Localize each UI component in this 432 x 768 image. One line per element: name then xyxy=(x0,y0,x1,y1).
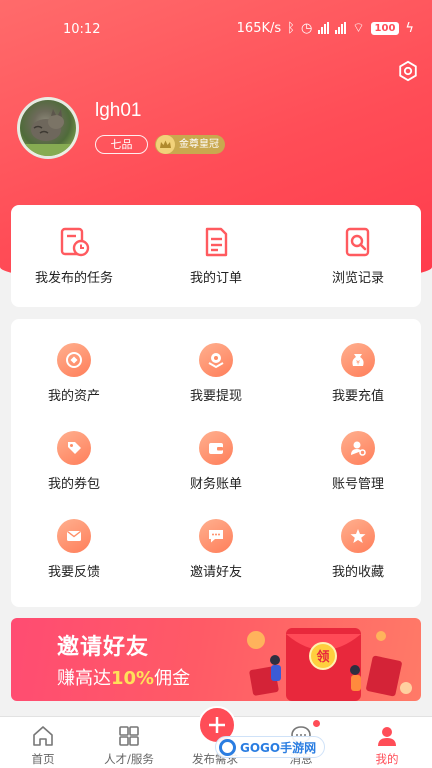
settings-gear-icon[interactable] xyxy=(397,60,419,82)
charging-icon: ϟ xyxy=(405,20,414,36)
service-label: 邀请好友 xyxy=(189,565,242,580)
quick-link-my-tasks[interactable]: 我发布的任务 xyxy=(14,225,134,286)
service-label: 财务账单 xyxy=(189,477,242,492)
service-feedback[interactable]: 我要反馈 xyxy=(14,519,134,580)
username: lgh01 xyxy=(95,100,142,121)
bluetooth-icon: ᛒ xyxy=(287,20,295,36)
user-icon xyxy=(378,727,396,746)
feedback-mail-icon xyxy=(57,519,91,553)
invite-banner[interactable]: 邀请好友 赚高达10%佣金 领 xyxy=(11,618,421,701)
services-card: 我的资产 我要提现 ¥ 我要充值 我的券包 财务账单 账号管理 我要反馈 邀请好… xyxy=(11,319,421,607)
service-bills[interactable]: 财务账单 xyxy=(156,431,276,492)
order-doc-icon xyxy=(205,227,228,257)
watermark-logo: GOGO手游网 xyxy=(215,736,326,758)
wifi-icon: ⌔ xyxy=(352,21,365,36)
quick-link-browse-history[interactable]: 浏览记录 xyxy=(298,225,418,286)
status-time: 10:12 xyxy=(63,22,101,37)
browse-history-icon xyxy=(345,227,370,257)
crown-icon xyxy=(156,135,175,154)
service-label: 账号管理 xyxy=(331,477,384,492)
quick-link-label: 我发布的任务 xyxy=(34,271,113,286)
quick-links-card: 我发布的任务 我的订单 浏览记录 xyxy=(11,205,421,307)
service-withdraw[interactable]: 我要提现 xyxy=(156,343,276,404)
watermark-icon xyxy=(219,739,236,756)
quick-link-my-orders[interactable]: 我的订单 xyxy=(156,225,276,286)
favorite-star-icon xyxy=(341,519,375,553)
avatar[interactable] xyxy=(17,97,79,159)
invite-chat-icon xyxy=(199,519,233,553)
service-account[interactable]: 账号管理 xyxy=(298,431,418,492)
watermark-text: GOGO手游网 xyxy=(240,741,317,755)
wallet-bill-icon xyxy=(199,431,233,465)
tab-label: 首页 xyxy=(31,752,55,766)
recharge-icon: ¥ xyxy=(341,343,375,377)
alarm-icon: ◷ xyxy=(300,20,313,36)
quick-link-label: 浏览记录 xyxy=(331,271,384,286)
service-favorites[interactable]: 我的收藏 xyxy=(298,519,418,580)
tab-label: 人才/服务 xyxy=(104,752,154,766)
service-label: 我的收藏 xyxy=(331,565,384,580)
service-label: 我的资产 xyxy=(47,389,100,404)
vip-badge: 金尊皇冠 xyxy=(155,135,225,154)
coupon-icon xyxy=(57,431,91,465)
service-coupons[interactable]: 我的券包 xyxy=(14,431,134,492)
svg-text:¥: ¥ xyxy=(356,360,360,367)
network-speed: 165K/s xyxy=(236,20,282,36)
message-unread-dot xyxy=(313,720,320,727)
service-label: 我的券包 xyxy=(47,477,100,492)
assets-icon xyxy=(57,343,91,377)
service-label: 我要提现 xyxy=(189,389,242,404)
service-label: 我要充值 xyxy=(331,389,384,404)
task-clock-icon xyxy=(60,227,90,257)
account-manage-icon xyxy=(341,431,375,465)
service-recharge[interactable]: ¥ 我要充值 xyxy=(298,343,418,404)
rank-badge: 七品 xyxy=(95,135,148,154)
status-bar: 10:12 165K/s ᛒ ◷ ⌔ 100 ϟ xyxy=(0,0,432,42)
red-envelope-illustration: 领 xyxy=(247,628,412,701)
tab-label: 我的 xyxy=(375,752,399,766)
envelope-text: 领 xyxy=(316,649,329,665)
battery-icon: 100 xyxy=(370,21,400,35)
service-my-assets[interactable]: 我的资产 xyxy=(14,343,134,404)
banner-title: 邀请好友 xyxy=(57,635,150,660)
tab-home[interactable]: 首页 xyxy=(0,717,86,768)
signal-icon-2 xyxy=(335,22,347,34)
service-invite[interactable]: 邀请好友 xyxy=(156,519,276,580)
grid-icon xyxy=(119,726,139,746)
status-right: 165K/s ᛒ ◷ ⌔ 100 ϟ xyxy=(236,20,414,37)
service-label: 我要反馈 xyxy=(47,565,100,580)
quick-link-label: 我的订单 xyxy=(189,271,242,286)
withdraw-icon xyxy=(199,343,233,377)
tab-mine[interactable]: 我的 xyxy=(344,717,430,768)
banner-subtitle: 赚高达10%佣金 xyxy=(57,668,191,689)
home-icon xyxy=(33,726,53,746)
signal-icon xyxy=(318,22,330,34)
tab-talent-service[interactable]: 人才/服务 xyxy=(86,717,172,768)
vip-label: 金尊皇冠 xyxy=(179,139,219,150)
